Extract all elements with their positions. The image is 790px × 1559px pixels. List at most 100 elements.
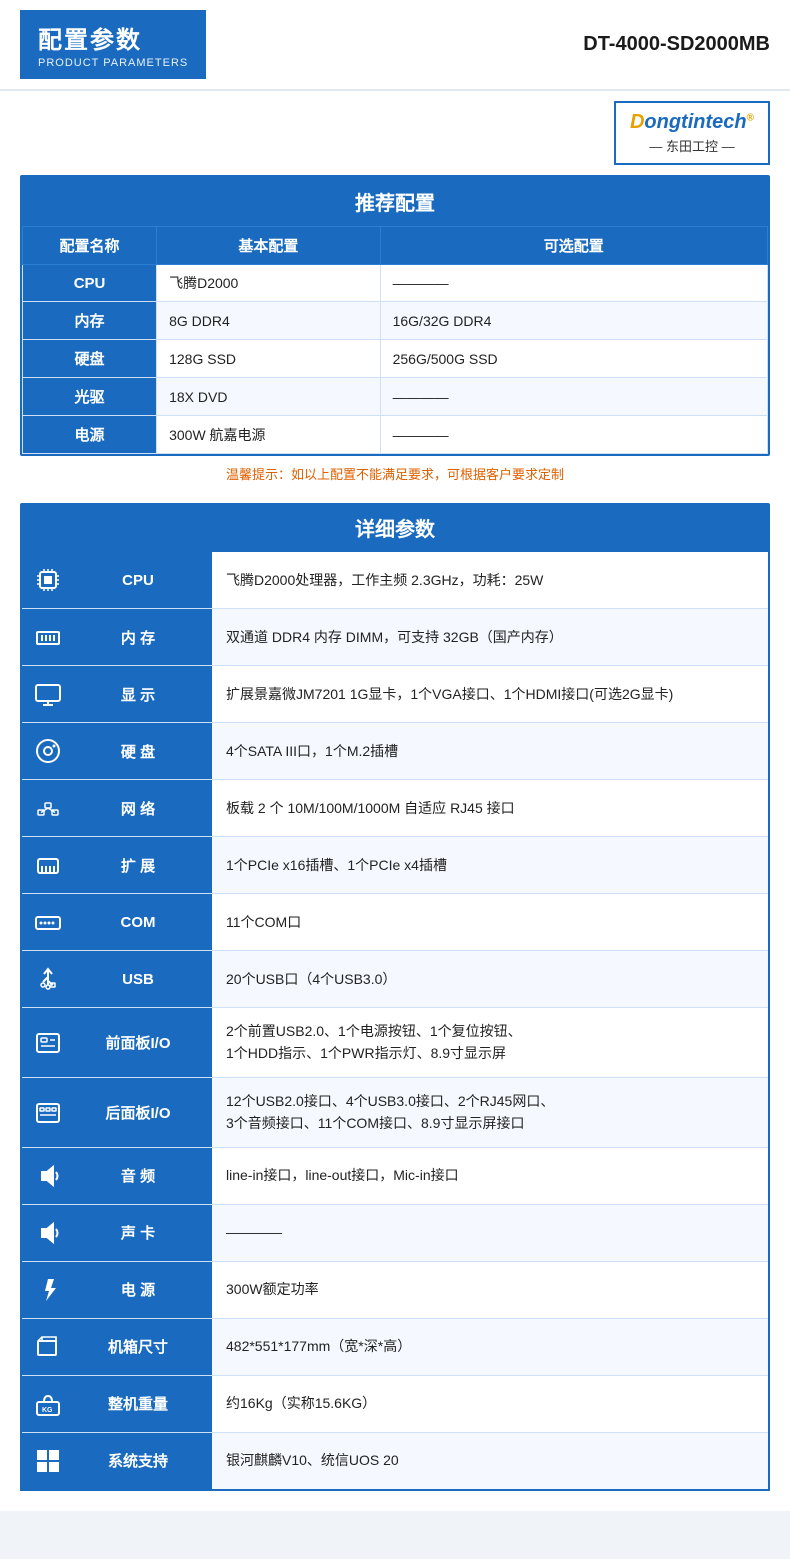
detail-icon: [30, 562, 66, 598]
detail-label-text: COM: [72, 914, 204, 931]
detail-value: 飞腾D2000处理器，工作主频 2.3GHz，功耗：25W: [212, 552, 768, 608]
detail-label-text: 机箱尺寸: [72, 1336, 204, 1357]
detail-label-text: 后面板I/O: [72, 1102, 204, 1123]
detail-label: 电 源: [22, 1262, 212, 1318]
detail-label: CPU: [22, 552, 212, 608]
detail-value: 2个前置USB2.0、1个电源按钮、1个复位按钮、1个HDD指示、1个PWR指示…: [212, 1008, 768, 1077]
row-basic: 128G SSD: [157, 340, 381, 378]
detail-value: 双通道 DDR4 内存 DIMM，可支持 32GB（国产内存）: [212, 609, 768, 665]
detail-icon: [30, 961, 66, 997]
list-item: 后面板I/O 12个USB2.0接口、4个USB3.0接口、2个RJ45网口、3…: [22, 1078, 768, 1148]
table-row: 电源 300W 航嘉电源 ————: [23, 416, 768, 454]
detail-label-text: 系统支持: [72, 1450, 204, 1471]
detail-icon: [30, 1329, 66, 1365]
detail-icon: [30, 1024, 66, 1060]
detail-section: 详细参数 CPU 飞腾D2000处理器，工作主频 2.3GHz，功耗：25W 内…: [20, 503, 770, 1491]
row-optional: ————: [380, 378, 767, 416]
list-item: 网 络 板载 2 个 10M/100M/1000M 自适应 RJ45 接口: [22, 780, 768, 837]
detail-label-text: USB: [72, 971, 204, 988]
detail-value: 12个USB2.0接口、4个USB3.0接口、2个RJ45网口、3个音频接口、1…: [212, 1078, 768, 1147]
detail-label-text: CPU: [72, 572, 204, 589]
col-basic-header: 基本配置: [157, 227, 381, 265]
detail-icon: [30, 733, 66, 769]
brand-name: Dongtintech®: [630, 111, 754, 134]
detail-label: COM: [22, 894, 212, 950]
row-basic: 飞腾D2000: [157, 265, 381, 302]
recommend-title: 推荐配置: [22, 177, 768, 226]
row-basic: 18X DVD: [157, 378, 381, 416]
list-item: 显 示 扩展景嘉微JM7201 1G显卡，1个VGA接口、1个HDMI接口(可选…: [22, 666, 768, 723]
title-zh: 配置参数: [38, 20, 188, 55]
col-optional-header: 可选配置: [380, 227, 767, 265]
detail-label: 后面板I/O: [22, 1078, 212, 1147]
detail-icon: KG: [30, 1386, 66, 1422]
svg-text:KG: KG: [42, 1407, 53, 1414]
detail-icon: [30, 676, 66, 712]
list-item: USB 20个USB口（4个USB3.0）: [22, 951, 768, 1008]
recommend-table: 配置名称 基本配置 可选配置 CPU 飞腾D2000 ———— 内存 8G DD…: [22, 226, 768, 454]
detail-label: 硬 盘: [22, 723, 212, 779]
list-item: 音 频 line-in接口，line-out接口，Mic-in接口: [22, 1148, 768, 1205]
detail-label: 前面板I/O: [22, 1008, 212, 1077]
row-optional: 256G/500G SSD: [380, 340, 767, 378]
row-optional: ————: [380, 416, 767, 454]
detail-value: 482*551*177mm（宽*深*高）: [212, 1319, 768, 1375]
row-name: CPU: [23, 265, 157, 302]
brand-sub: — 东田工控 —: [649, 136, 734, 155]
detail-icon: [30, 1443, 66, 1479]
list-item: 前面板I/O 2个前置USB2.0、1个电源按钮、1个复位按钮、1个HDD指示、…: [22, 1008, 768, 1078]
row-name: 电源: [23, 416, 157, 454]
detail-label: KG 整机重量: [22, 1376, 212, 1432]
detail-label: 网 络: [22, 780, 212, 836]
page-header: 配置参数 PRODUCT PARAMETERS DT-4000-SD2000MB: [0, 0, 790, 91]
detail-value: 20个USB口（4个USB3.0）: [212, 951, 768, 1007]
table-row: CPU 飞腾D2000 ————: [23, 265, 768, 302]
row-optional: ————: [380, 265, 767, 302]
list-item: 声 卡 ————: [22, 1205, 768, 1262]
table-row: 硬盘 128G SSD 256G/500G SSD: [23, 340, 768, 378]
detail-value: 1个PCIe x16插槽、1个PCIe x4插槽: [212, 837, 768, 893]
detail-value: 银河麒麟V10、统信UOS 20: [212, 1433, 768, 1489]
row-basic: 8G DDR4: [157, 302, 381, 340]
brand-logo: Dongtintech® — 东田工控 —: [614, 101, 770, 165]
model-number: DT-4000-SD2000MB: [583, 33, 770, 56]
detail-value: 约16Kg（实称15.6KG）: [212, 1376, 768, 1432]
list-item: 机箱尺寸 482*551*177mm（宽*深*高）: [22, 1319, 768, 1376]
detail-icon: [30, 1158, 66, 1194]
detail-value: 板载 2 个 10M/100M/1000M 自适应 RJ45 接口: [212, 780, 768, 836]
detail-value: 扩展景嘉微JM7201 1G显卡，1个VGA接口、1个HDMI接口(可选2G显卡…: [212, 666, 768, 722]
detail-value: 11个COM口: [212, 894, 768, 950]
detail-icon: [30, 1215, 66, 1251]
detail-icon: [30, 904, 66, 940]
list-item: 扩 展 1个PCIe x16插槽、1个PCIe x4插槽: [22, 837, 768, 894]
detail-icon: [30, 790, 66, 826]
detail-value: 300W额定功率: [212, 1262, 768, 1318]
detail-label-text: 音 频: [72, 1165, 204, 1186]
detail-label: 音 频: [22, 1148, 212, 1204]
detail-label-text: 声 卡: [72, 1222, 204, 1243]
detail-value: 4个SATA III口，1个M.2插槽: [212, 723, 768, 779]
title-box: 配置参数 PRODUCT PARAMETERS: [20, 10, 206, 79]
list-item: CPU 飞腾D2000处理器，工作主频 2.3GHz，功耗：25W: [22, 552, 768, 609]
row-basic: 300W 航嘉电源: [157, 416, 381, 454]
detail-label-text: 前面板I/O: [72, 1032, 204, 1053]
detail-label-text: 硬 盘: [72, 741, 204, 762]
detail-label-text: 电 源: [72, 1279, 204, 1300]
list-item: 系统支持 银河麒麟V10、统信UOS 20: [22, 1433, 768, 1489]
list-item: 电 源 300W额定功率: [22, 1262, 768, 1319]
title-en: PRODUCT PARAMETERS: [38, 57, 188, 69]
detail-title: 详细参数: [20, 503, 770, 552]
detail-label-text: 扩 展: [72, 855, 204, 876]
recommend-table-wrapper: 推荐配置 配置名称 基本配置 可选配置 CPU 飞腾D2000 ———— 内存 …: [20, 175, 770, 456]
col-name-header: 配置名称: [23, 227, 157, 265]
detail-label-text: 网 络: [72, 798, 204, 819]
detail-rows: CPU 飞腾D2000处理器，工作主频 2.3GHz，功耗：25W 内 存 双通…: [20, 552, 770, 1491]
row-optional: 16G/32G DDR4: [380, 302, 767, 340]
row-name: 硬盘: [23, 340, 157, 378]
table-row: 光驱 18X DVD ————: [23, 378, 768, 416]
logo-area: Dongtintech® — 东田工控 —: [0, 91, 790, 175]
detail-label: 显 示: [22, 666, 212, 722]
table-row: 内存 8G DDR4 16G/32G DDR4: [23, 302, 768, 340]
detail-label: USB: [22, 951, 212, 1007]
detail-icon: [30, 847, 66, 883]
